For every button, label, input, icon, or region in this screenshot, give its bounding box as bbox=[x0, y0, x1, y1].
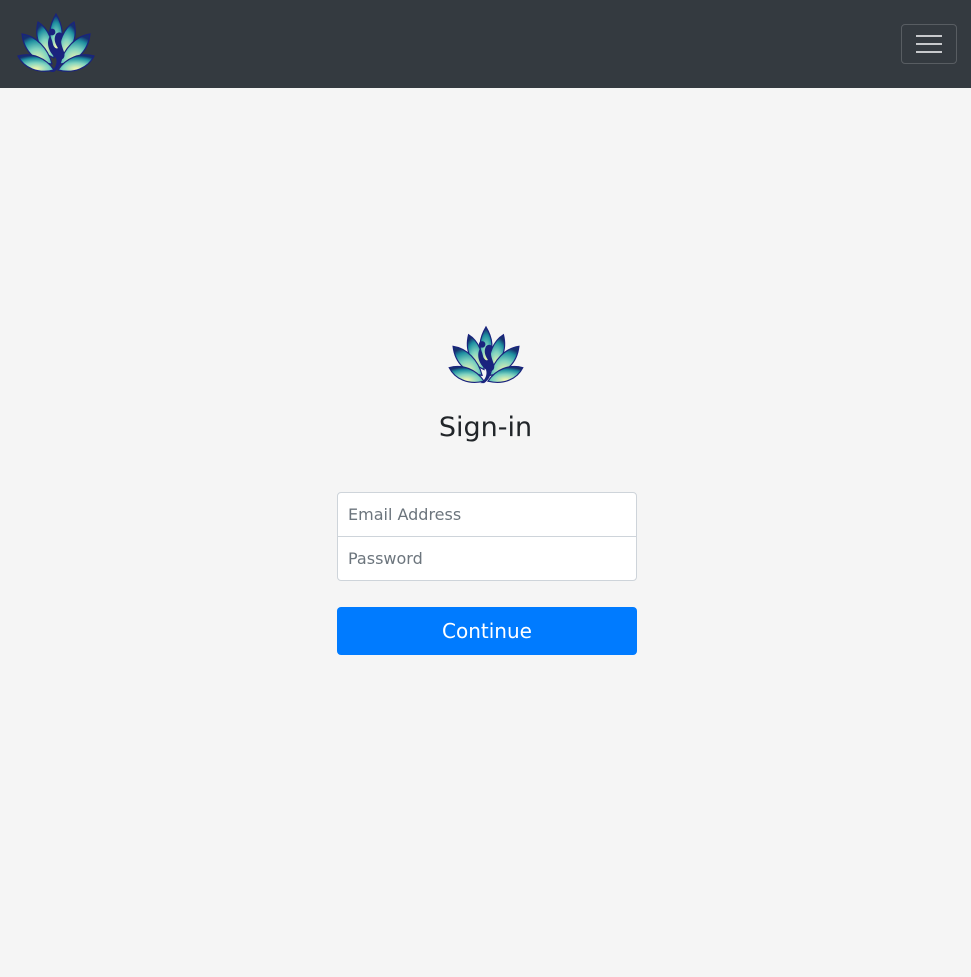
credentials-group bbox=[337, 492, 637, 581]
signin-logo-icon bbox=[446, 325, 526, 387]
brand-logo-icon[interactable] bbox=[16, 12, 96, 76]
navbar-toggler-button[interactable] bbox=[901, 24, 957, 64]
navbar bbox=[0, 0, 971, 88]
continue-button[interactable]: Continue bbox=[337, 607, 637, 655]
email-field[interactable] bbox=[337, 492, 637, 537]
password-field[interactable] bbox=[337, 536, 637, 581]
signin-title: Sign-in bbox=[438, 412, 533, 443]
hamburger-menu-icon bbox=[916, 35, 942, 53]
